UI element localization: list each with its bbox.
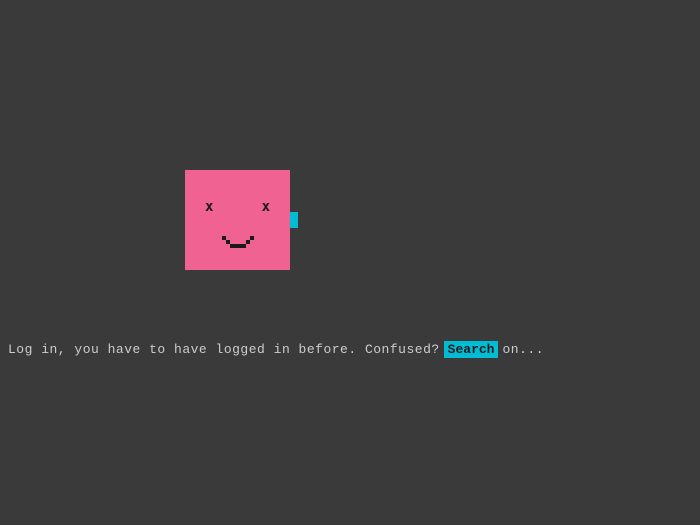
message-suffix: on... bbox=[502, 342, 544, 357]
mouth-pixels bbox=[222, 236, 254, 248]
side-accent-block bbox=[290, 212, 298, 228]
error-page: x x bbox=[0, 0, 700, 525]
message-prefix: Log in, you have to have logged in befor… bbox=[8, 342, 440, 357]
eye-left: x bbox=[205, 198, 213, 216]
illustration-container: x x bbox=[185, 170, 290, 275]
eye-right-icon: x bbox=[262, 199, 270, 215]
search-link[interactable]: Search bbox=[444, 341, 499, 358]
eye-right: x bbox=[262, 198, 270, 216]
eye-left-icon: x bbox=[205, 199, 213, 215]
sad-face-square: x x bbox=[185, 170, 290, 270]
face: x x bbox=[185, 170, 290, 270]
message-area: Log in, you have to have logged in befor… bbox=[0, 340, 700, 358]
mouth bbox=[222, 236, 254, 248]
